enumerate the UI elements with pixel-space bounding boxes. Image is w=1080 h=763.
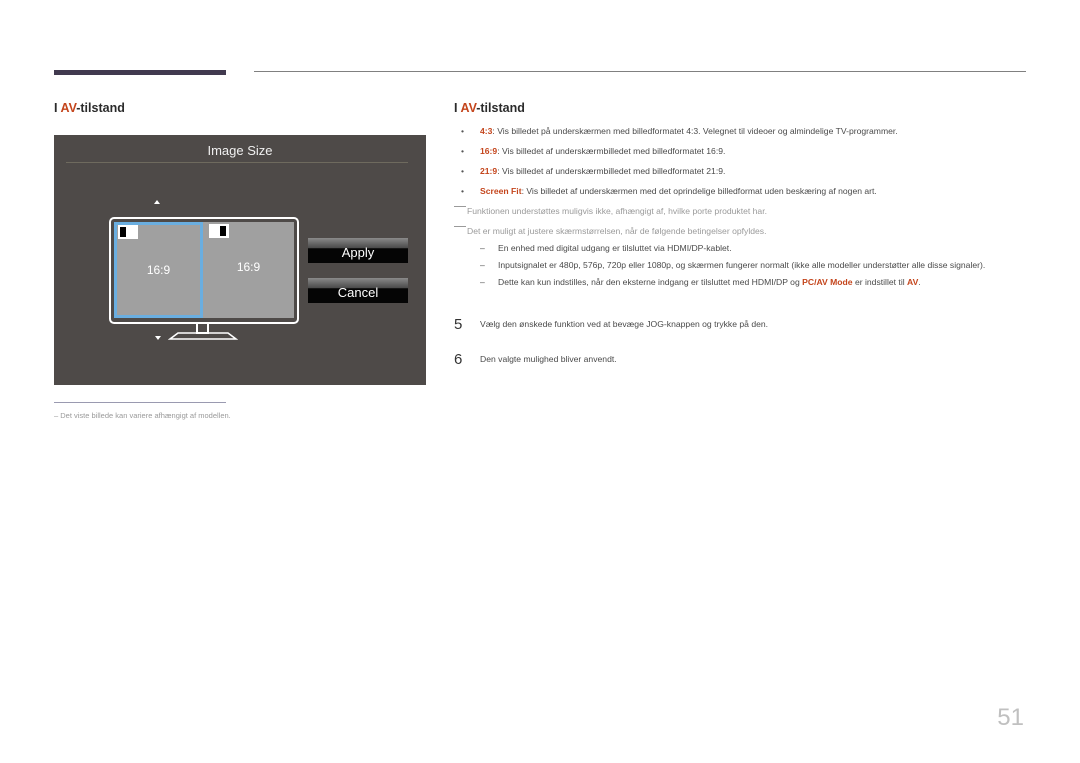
osd-divider [66,162,408,163]
pane-sub[interactable]: 16:9 [203,222,294,318]
condition-key: PC/AV Mode [802,277,853,287]
note: Funktionen understøttes muligvis ikke, a… [454,206,767,217]
option-key: 4:3 [480,126,493,136]
heading-suffix: -tilstand [476,101,525,115]
pip-left-icon [118,225,138,239]
option-list: 4:3: Vis billedet på underskærmen med bi… [454,126,1034,206]
option-text: : Vis billedet af underskærmen med det o… [521,186,877,196]
condition-key: AV [907,277,919,287]
note-text: Det er muligt at justere skærmstørrelsen… [467,226,767,236]
list-item: 21:9: Vis billedet af underskærmbilledet… [454,166,1034,186]
note-text: Funktionen understøttes muligvis ikke, a… [467,206,767,216]
arrow-down-icon[interactable] [155,336,161,340]
condition-item: Inputsignalet er 480p, 576p, 720p eller … [480,259,1020,271]
note: Det er muligt at justere skærmstørrelsen… [454,226,766,237]
heading-accent: AV [460,101,477,115]
step-number: 5 [454,316,463,333]
heading-accent: AV [60,101,77,115]
condition-text: Dette kan kun indstilles, når den ekster… [498,277,803,287]
pane-label: 16:9 [146,263,171,277]
option-text: : Vis billedet af underskærmbilledet med… [497,166,726,176]
step-item: 6 Den valgte mulighed bliver anvendt. [454,351,617,368]
heading-suffix: -tilstand [76,101,125,115]
monitor-screen: 16:9 16:9 [114,222,294,318]
step-item: 5 Vælg den ønskede funktion ved at bevæge… [454,316,768,333]
pane-main-selected[interactable]: 16:9 [114,222,203,318]
step-number: 6 [454,351,463,368]
option-key: Screen Fit [480,186,522,196]
condition-text: er indstillet til [852,277,908,287]
condition-item: En enhed med digital udgang er tilslutte… [480,242,1020,254]
option-key: 21:9 [480,166,498,176]
section-heading-left: I AV-tilstand [54,101,125,115]
arrow-up-icon[interactable] [154,200,160,204]
header-bar [54,70,226,75]
list-item: 16:9: Vis billedet af underskærmbilledet… [454,146,1034,166]
page-number: 51 [997,704,1024,731]
condition-text: . [918,277,921,287]
section-heading-right: I AV-tilstand [454,101,525,115]
apply-button[interactable]: Apply [308,238,408,263]
option-text: : Vis billedet på underskærmen med bille… [492,126,898,136]
condition-item: Dette kan kun indstilles, når den ekster… [480,276,1020,288]
cancel-button[interactable]: Cancel [308,278,408,303]
list-item: 4:3: Vis billedet på underskærmen med bi… [454,126,1034,146]
condition-list: En enhed med digital udgang er tilslutte… [480,242,1020,293]
step-text: Den valgte mulighed bliver anvendt. [480,354,617,364]
note-dash-icon [454,226,466,227]
monitor-stand-base [168,332,238,340]
monitor-preview: 16:9 16:9 [109,217,299,324]
list-item: Screen Fit: Vis billedet af underskærmen… [454,186,1034,206]
header-rule [254,71,1026,72]
footnote: – Det viste billede kan variere afhængig… [54,411,231,420]
step-text: Vælg den ønskede funktion ved at bevæge … [480,319,769,329]
osd-title: Image Size [207,143,273,158]
pip-right-icon [209,224,229,238]
footnote-rule [54,402,226,403]
option-key: 16:9 [480,146,498,156]
note-dash-icon [454,206,466,207]
option-text: : Vis billedet af underskærmbilledet med… [497,146,726,156]
pane-label: 16:9 [236,260,261,274]
osd-image-size-panel: Image Size 16:9 16:9 Apply Cancel [54,135,426,385]
